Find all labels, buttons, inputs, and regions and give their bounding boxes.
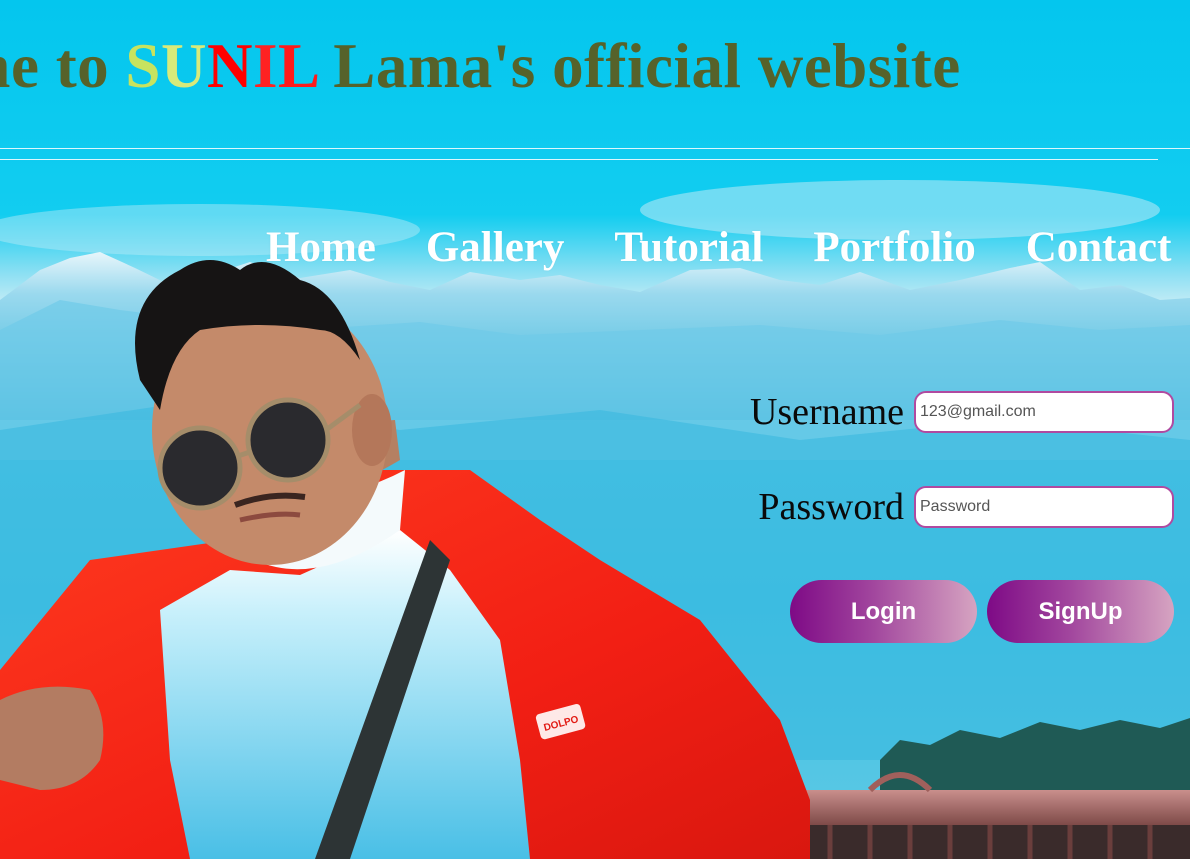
nav-portfolio-link[interactable]: Portfolio xyxy=(813,223,975,272)
title-letter: S xyxy=(125,31,161,101)
title-prefix: me to xyxy=(0,31,110,101)
login-button[interactable]: Login xyxy=(790,580,977,643)
title-letter: I xyxy=(252,31,278,101)
nav-home-link[interactable]: Home xyxy=(266,223,376,272)
header-divider xyxy=(0,148,1190,149)
nav-contact-link[interactable]: Contact xyxy=(1026,223,1172,272)
password-input[interactable] xyxy=(914,486,1174,528)
password-row: Password xyxy=(758,485,1174,529)
username-label: Username xyxy=(749,391,904,433)
title-suffix: Lama's official website xyxy=(317,31,961,101)
nav-gallery-link[interactable]: Gallery xyxy=(426,223,565,272)
auth-buttons: Login SignUp xyxy=(790,580,1174,643)
signup-button[interactable]: SignUp xyxy=(987,580,1174,643)
main-nav: Home Gallery Tutorial Portfolio Contact xyxy=(266,223,1171,272)
nav-tutorial-link[interactable]: Tutorial xyxy=(614,223,763,272)
title-letter: N xyxy=(206,31,253,101)
username-input[interactable] xyxy=(914,391,1174,433)
page-title: me to SUNIL Lama's official website xyxy=(0,30,961,103)
password-label: Password xyxy=(758,486,904,528)
header-divider xyxy=(0,159,1158,160)
title-letter: L xyxy=(278,31,318,101)
username-row: Username xyxy=(750,390,1174,434)
title-letter: U xyxy=(160,31,207,101)
